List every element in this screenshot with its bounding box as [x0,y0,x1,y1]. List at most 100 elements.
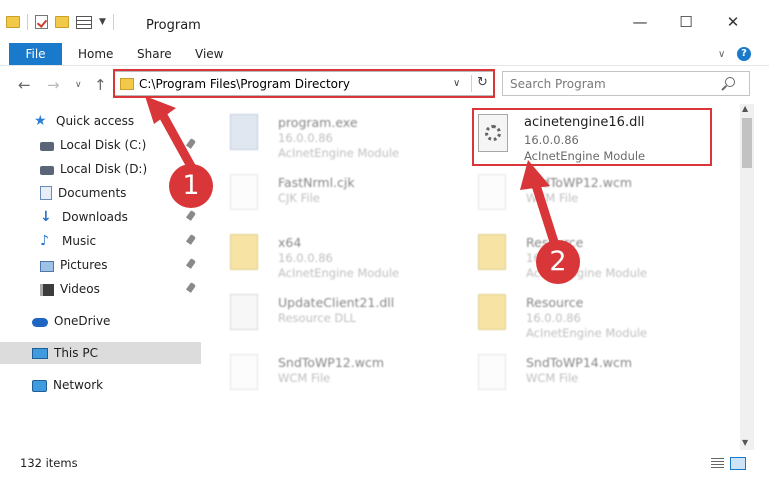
tab-share[interactable]: Share [137,43,172,65]
sidebar-item-label: Videos [60,282,100,296]
file-item[interactable]: SndToWP12.wcm WCM File [208,348,448,400]
search-box[interactable]: Search Program [502,71,750,96]
star-icon: ★ [34,113,47,129]
cloud-icon [32,318,48,327]
featured-dll-file[interactable]: acinetengine16.dll 16.0.0.86 AcInetEngin… [474,108,712,164]
tab-file[interactable]: File [9,43,62,65]
maximize-button[interactable]: ☐ [676,12,696,32]
minimize-button[interactable]: — [630,12,650,32]
pictures-icon [40,260,54,272]
application-icon [230,114,258,150]
file-version: 16.0.0.86 [526,311,581,325]
sidebar-item-local-disk-c[interactable]: Local Disk (C:) [0,134,201,156]
divider [27,14,28,30]
divider [112,14,114,30]
help-icon[interactable]: ? [737,47,751,61]
navigation-pane: ★ Quick access Local Disk (C:) Local Dis… [0,104,204,450]
folder-icon [478,234,506,270]
sidebar-item-music[interactable]: ♪ Music [0,230,201,252]
scroll-up-icon[interactable]: ▲ [742,104,748,113]
recent-locations-chevron-icon[interactable]: ∨ [75,80,82,90]
sidebar-item-label: Network [53,378,104,392]
sidebar-item-pictures[interactable]: Pictures [0,254,201,276]
scroll-down-icon[interactable]: ▼ [742,438,748,447]
file-item[interactable]: x64 16.0.0.86 AcInetEngine Module [208,228,448,280]
search-icon[interactable] [725,77,735,87]
expand-ribbon-chevron-icon[interactable]: ∨ [718,49,725,60]
file-item[interactable]: program.exe 16.0.0.86 AcInetEngine Modul… [208,108,448,160]
file-name: FastNrml.cjk [278,175,355,190]
scroll-thumb[interactable] [742,118,752,168]
sidebar-item-this-pc[interactable]: This PC [0,342,201,364]
pin-icon [185,138,197,149]
divider [471,75,472,92]
properties-icon[interactable] [76,15,92,29]
up-arrow-icon[interactable]: ↑ [94,76,107,94]
file-name: program.exe [278,115,358,130]
refresh-icon[interactable]: ↻ [477,75,488,90]
quick-access-toolbar: ▼ [6,14,114,30]
file-type: WCM File [278,371,331,385]
file-icon [478,174,506,210]
dll-gear-icon [230,294,258,330]
sidebar-item-label: Documents [58,186,127,200]
drive-icon [40,142,54,151]
sidebar-item-label: Quick access [56,114,135,128]
file-description: AcInetEngine Module [278,146,400,160]
file-version: 16.0.0.86 [524,133,579,147]
pin-icon [185,234,197,245]
status-bar: 132 items [0,452,769,474]
download-icon: ↓ [40,209,52,225]
file-name: SndToWP12.wcm [278,355,384,370]
file-item[interactable]: SndToWP14.wcm WCM File [456,348,696,400]
file-version: 16.0.0.86 [278,131,333,145]
network-icon [32,379,47,392]
file-type: Resource DLL [278,311,357,325]
step-2-badge: 2 [536,240,580,284]
address-path[interactable]: C:\Program Files\Program Directory [139,77,350,91]
ribbon-tabs: File Home Share View ∨ ? [0,40,769,66]
vertical-scrollbar[interactable]: ▲ ▼ [740,104,754,450]
tab-home[interactable]: Home [78,43,113,65]
details-view-icon[interactable] [711,458,724,469]
sidebar-item-label: OneDrive [54,314,111,328]
file-item[interactable]: UpdateClient21.dll Resource DLL [208,288,448,340]
file-item[interactable]: Resource 16.0.0.86 AcInetEngine Module [456,288,696,340]
back-arrow-icon[interactable]: ← [18,76,31,94]
pin-icon [185,210,197,221]
sidebar-item-onedrive[interactable]: OneDrive [0,310,201,332]
file-name: acinetengine16.dll [524,115,645,130]
new-folder-icon[interactable] [55,16,69,28]
close-button[interactable]: ✕ [723,12,743,32]
sidebar-item-quick-access[interactable]: ★ Quick access [0,110,201,132]
folder-icon[interactable] [6,16,20,28]
file-name: x64 [278,235,302,250]
search-input[interactable]: Search Program [510,77,606,91]
file-version: 16.0.0.86 [278,251,333,265]
file-type: WCM File [526,191,579,205]
file-icon [230,174,258,210]
forward-arrow-icon[interactable]: → [47,76,60,94]
tab-view[interactable]: View [195,43,223,65]
file-item[interactable]: FastNrml.cjk CJK File [208,168,448,220]
address-dropdown-chevron-icon[interactable]: ∨ [453,78,460,89]
properties-check-icon[interactable] [35,15,48,29]
address-bar[interactable]: C:\Program Files\Program Directory ∨ ↻ [114,71,494,96]
music-icon: ♪ [40,233,49,249]
file-icon [230,354,258,390]
sidebar-item-label: This PC [54,346,98,360]
gear-icon [485,125,501,141]
customize-toolbar-chevron-icon[interactable]: ▼ [99,17,106,27]
dll-gear-icon [478,114,508,152]
file-item[interactable]: SndToWP12.wcm WCM File [456,168,696,220]
tiles-view-icon[interactable] [730,457,746,470]
file-description: AcInetEngine Module [278,266,400,280]
sidebar-item-videos[interactable]: Videos [0,278,201,300]
file-description: AcInetEngine Module [526,326,648,340]
sidebar-item-network[interactable]: Network [0,374,201,396]
pin-icon [185,282,197,293]
sidebar-item-downloads[interactable]: ↓ Downloads [0,206,201,228]
file-name: Resource [526,295,584,310]
documents-icon [40,186,52,200]
sidebar-item-label: Local Disk (D:) [60,162,148,176]
